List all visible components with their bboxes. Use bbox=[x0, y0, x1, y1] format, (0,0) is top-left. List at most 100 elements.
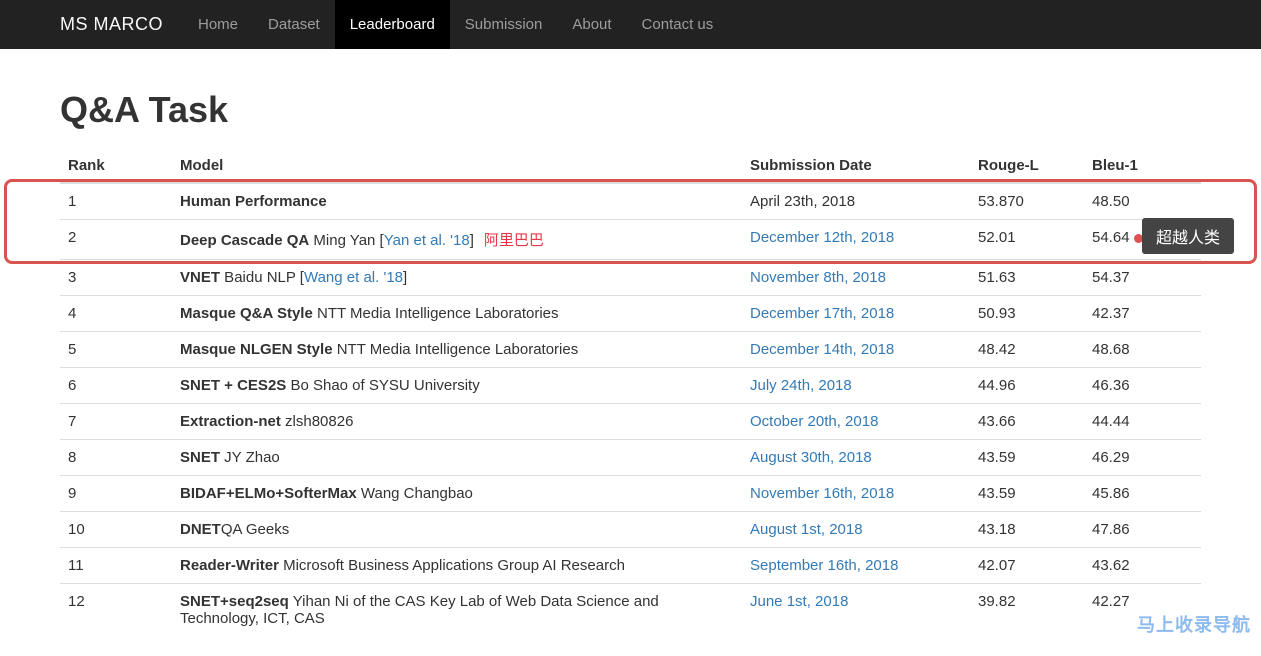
cell-rouge: 43.59 bbox=[970, 476, 1084, 512]
cell-bleu: 45.86 bbox=[1084, 476, 1201, 512]
cell-model: Deep Cascade QA Ming Yan [Yan et al. '18… bbox=[172, 220, 742, 260]
nav-item-contact-us[interactable]: Contact us bbox=[627, 0, 729, 49]
nav-item-leaderboard[interactable]: Leaderboard bbox=[335, 0, 450, 49]
table-row: 5Masque NLGEN Style NTT Media Intelligen… bbox=[60, 332, 1201, 368]
cell-model: SNET JY Zhao bbox=[172, 440, 742, 476]
cell-date: August 1st, 2018 bbox=[742, 512, 970, 548]
cell-rouge: 43.66 bbox=[970, 404, 1084, 440]
bleu-value: 42.37 bbox=[1092, 305, 1130, 322]
date-link[interactable]: July 24th, 2018 bbox=[750, 377, 852, 394]
date-link[interactable]: December 12th, 2018 bbox=[750, 229, 894, 246]
date-link[interactable]: November 16th, 2018 bbox=[750, 485, 894, 502]
cell-date: December 14th, 2018 bbox=[742, 332, 970, 368]
cell-rank: 6 bbox=[60, 368, 172, 404]
model-name: SNET bbox=[180, 449, 220, 466]
date-link[interactable]: September 16th, 2018 bbox=[750, 557, 898, 574]
cell-date: April 23th, 2018 bbox=[742, 183, 970, 220]
cell-model: VNET Baidu NLP [Wang et al. '18] bbox=[172, 260, 742, 296]
table-row: 2Deep Cascade QA Ming Yan [Yan et al. '1… bbox=[60, 220, 1201, 260]
brand[interactable]: MS MARCO bbox=[60, 14, 163, 35]
nav-item-home[interactable]: Home bbox=[183, 0, 253, 49]
nav-items: HomeDatasetLeaderboardSubmissionAboutCon… bbox=[183, 0, 728, 49]
bleu-value: 54.37 bbox=[1092, 269, 1130, 286]
cell-rank: 4 bbox=[60, 296, 172, 332]
cell-rouge: 52.01 bbox=[970, 220, 1084, 260]
model-affiliation: Ming Yan [ bbox=[309, 232, 384, 249]
table-row: 3VNET Baidu NLP [Wang et al. '18] Novembe… bbox=[60, 260, 1201, 296]
surpass-human-badge: 超越人类 bbox=[1142, 218, 1234, 254]
model-name: SNET+seq2seq bbox=[180, 593, 289, 610]
cell-model: Human Performance bbox=[172, 183, 742, 220]
cell-date: October 20th, 2018 bbox=[742, 404, 970, 440]
th-model: Model bbox=[172, 149, 742, 183]
date-link[interactable]: December 14th, 2018 bbox=[750, 341, 894, 358]
model-affiliation: Microsoft Business Applications Group AI… bbox=[279, 557, 625, 574]
bleu-value: 46.29 bbox=[1092, 449, 1130, 466]
cell-bleu: 48.50 bbox=[1084, 183, 1201, 220]
date-link[interactable]: December 17th, 2018 bbox=[750, 305, 894, 322]
model-affiliation: QA Geeks bbox=[221, 521, 289, 538]
cell-model: Masque Q&A Style NTT Media Intelligence … bbox=[172, 296, 742, 332]
leaderboard-table: Rank Model Submission Date Rouge-L Bleu-… bbox=[60, 149, 1201, 636]
table-header-row: Rank Model Submission Date Rouge-L Bleu-… bbox=[60, 149, 1201, 183]
citation-close: ] bbox=[403, 269, 407, 286]
bleu-value: 44.44 bbox=[1092, 413, 1130, 430]
cell-bleu: 44.44 bbox=[1084, 404, 1201, 440]
model-affiliation: NTT Media Intelligence Laboratories bbox=[313, 305, 559, 322]
date-link[interactable]: August 30th, 2018 bbox=[750, 449, 872, 466]
date-link[interactable]: June 1st, 2018 bbox=[750, 593, 848, 610]
cell-rank: 1 bbox=[60, 183, 172, 220]
date-link[interactable]: August 1st, 2018 bbox=[750, 521, 863, 538]
cell-date: December 17th, 2018 bbox=[742, 296, 970, 332]
cell-model: SNET + CES2S Bo Shao of SYSU University bbox=[172, 368, 742, 404]
table-row: 1Human PerformanceApril 23th, 201853.870… bbox=[60, 183, 1201, 220]
cell-rouge: 50.93 bbox=[970, 296, 1084, 332]
model-affiliation: NTT Media Intelligence Laboratories bbox=[333, 341, 579, 358]
table-row: 9BIDAF+ELMo+SofterMax Wang ChangbaoNovem… bbox=[60, 476, 1201, 512]
table-body: 1Human PerformanceApril 23th, 201853.870… bbox=[60, 183, 1201, 636]
cell-bleu: 42.27 bbox=[1084, 584, 1201, 637]
bleu-value: 54.64 bbox=[1092, 229, 1130, 246]
table-row: 12SNET+seq2seq Yihan Ni of the CAS Key L… bbox=[60, 584, 1201, 637]
cell-date: November 8th, 2018 bbox=[742, 260, 970, 296]
cell-bleu: 46.29 bbox=[1084, 440, 1201, 476]
table-wrap: Rank Model Submission Date Rouge-L Bleu-… bbox=[60, 149, 1201, 636]
cell-model: Extraction-net zlsh80826 bbox=[172, 404, 742, 440]
cell-rank: 10 bbox=[60, 512, 172, 548]
cell-bleu: 47.86 bbox=[1084, 512, 1201, 548]
model-name: Deep Cascade QA bbox=[180, 232, 309, 249]
page-title: Q&A Task bbox=[60, 89, 1201, 131]
cell-date: September 16th, 2018 bbox=[742, 548, 970, 584]
table-row: 6SNET + CES2S Bo Shao of SYSU University… bbox=[60, 368, 1201, 404]
th-rouge: Rouge-L bbox=[970, 149, 1084, 183]
nav-item-about[interactable]: About bbox=[557, 0, 626, 49]
cell-rank: 3 bbox=[60, 260, 172, 296]
bleu-value: 43.62 bbox=[1092, 557, 1130, 574]
cell-rank: 8 bbox=[60, 440, 172, 476]
cell-rouge: 51.63 bbox=[970, 260, 1084, 296]
citation-close: ] bbox=[470, 232, 474, 249]
citation-link[interactable]: Wang et al. '18 bbox=[304, 269, 403, 286]
date-link[interactable]: October 20th, 2018 bbox=[750, 413, 878, 430]
cell-model: DNETQA Geeks bbox=[172, 512, 742, 548]
cell-rank: 7 bbox=[60, 404, 172, 440]
date-link[interactable]: November 8th, 2018 bbox=[750, 269, 886, 286]
cell-rank: 11 bbox=[60, 548, 172, 584]
model-affiliation: Bo Shao of SYSU University bbox=[286, 377, 479, 394]
citation-link[interactable]: Yan et al. '18 bbox=[384, 232, 470, 249]
model-affiliation: Baidu NLP [ bbox=[220, 269, 304, 286]
cell-rank: 2 bbox=[60, 220, 172, 260]
cell-bleu: 43.62 bbox=[1084, 548, 1201, 584]
bleu-value: 42.27 bbox=[1092, 593, 1130, 610]
nav-item-dataset[interactable]: Dataset bbox=[253, 0, 335, 49]
nav-item-submission[interactable]: Submission bbox=[450, 0, 558, 49]
th-bleu: Bleu-1 bbox=[1084, 149, 1201, 183]
model-name: Extraction-net bbox=[180, 413, 281, 430]
cell-rank: 9 bbox=[60, 476, 172, 512]
cell-bleu: 48.68 bbox=[1084, 332, 1201, 368]
table-row: 11 Reader-Writer Microsoft Business Appli… bbox=[60, 548, 1201, 584]
model-name: Reader-Writer bbox=[180, 557, 279, 574]
cell-rouge: 44.96 bbox=[970, 368, 1084, 404]
cell-rouge: 53.870 bbox=[970, 183, 1084, 220]
cell-date: December 12th, 2018 bbox=[742, 220, 970, 260]
